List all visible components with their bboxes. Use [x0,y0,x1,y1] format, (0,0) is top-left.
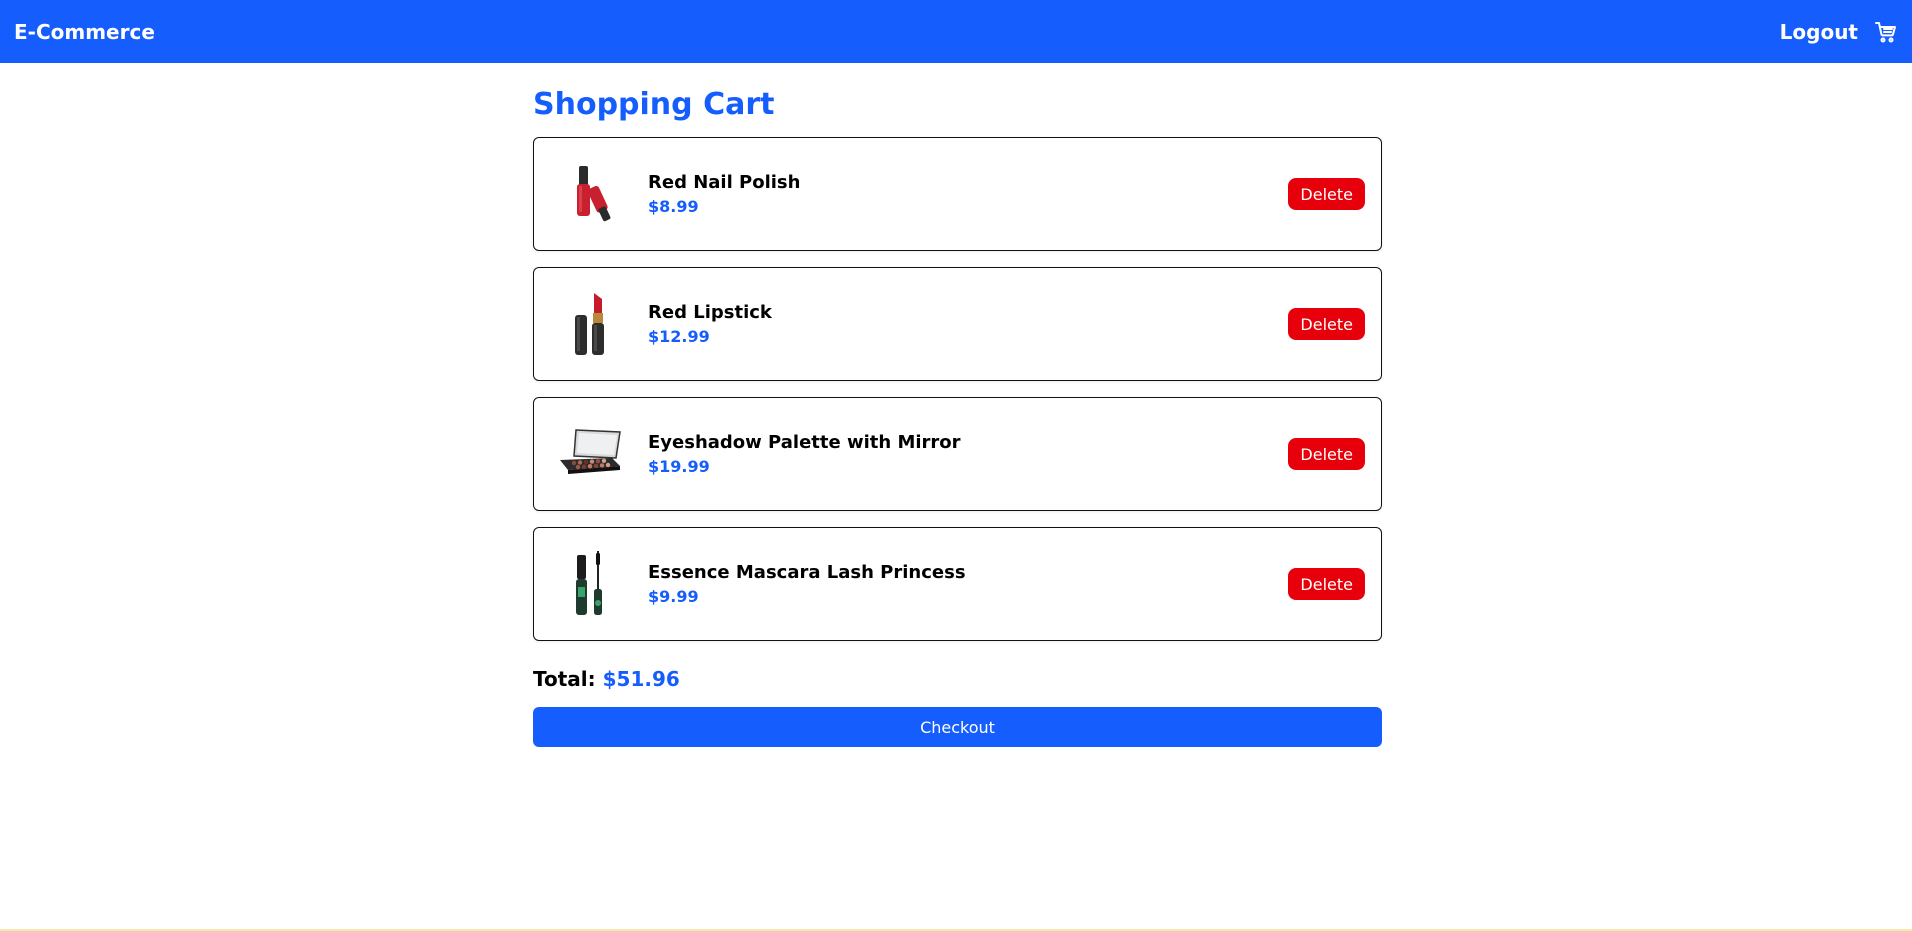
cart-container: Shopping Cart Red Nail Polish $8.99 Dele… [533,63,1382,747]
cart-item: Eyeshadow Palette with Mirror $19.99 Del… [533,397,1382,511]
cart-item: Red Nail Polish $8.99 Delete [533,137,1382,251]
eyeshadow-palette-image [558,414,622,494]
cart-total: Total: $51.96 [533,667,1382,691]
delete-button[interactable]: Delete [1288,308,1365,340]
delete-button[interactable]: Delete [1288,568,1365,600]
item-info: Red Lipstick $12.99 [648,302,1288,346]
nav-right: Logout [1780,20,1898,44]
page-title: Shopping Cart [533,87,775,122]
item-price: $8.99 [648,197,699,216]
navbar: E-Commerce Logout [0,0,1912,63]
item-name: Red Nail Polish [648,172,801,193]
mascara-image [558,544,622,624]
lipstick-image [558,284,622,364]
item-price: $19.99 [648,457,710,476]
item-info: Eyeshadow Palette with Mirror $19.99 [648,432,1288,476]
item-name: Red Lipstick [648,302,772,323]
item-price: $9.99 [648,587,699,606]
cart-item: Essence Mascara Lash Princess $9.99 Dele… [533,527,1382,641]
total-value: $51.96 [602,667,680,691]
item-info: Essence Mascara Lash Princess $9.99 [648,562,1288,606]
cart-item: Red Lipstick $12.99 Delete [533,267,1382,381]
logout-link[interactable]: Logout [1780,20,1858,44]
item-name: Eyeshadow Palette with Mirror [648,432,961,453]
shopping-cart-icon[interactable] [1874,20,1898,44]
nail-polish-image [558,154,622,234]
item-price: $12.99 [648,327,710,346]
brand-link[interactable]: E-Commerce [14,20,155,44]
delete-button[interactable]: Delete [1288,178,1365,210]
item-info: Red Nail Polish $8.99 [648,172,1288,216]
total-label: Total: [533,667,596,691]
item-name: Essence Mascara Lash Princess [648,562,966,583]
checkout-button[interactable]: Checkout [533,707,1382,747]
delete-button[interactable]: Delete [1288,438,1365,470]
